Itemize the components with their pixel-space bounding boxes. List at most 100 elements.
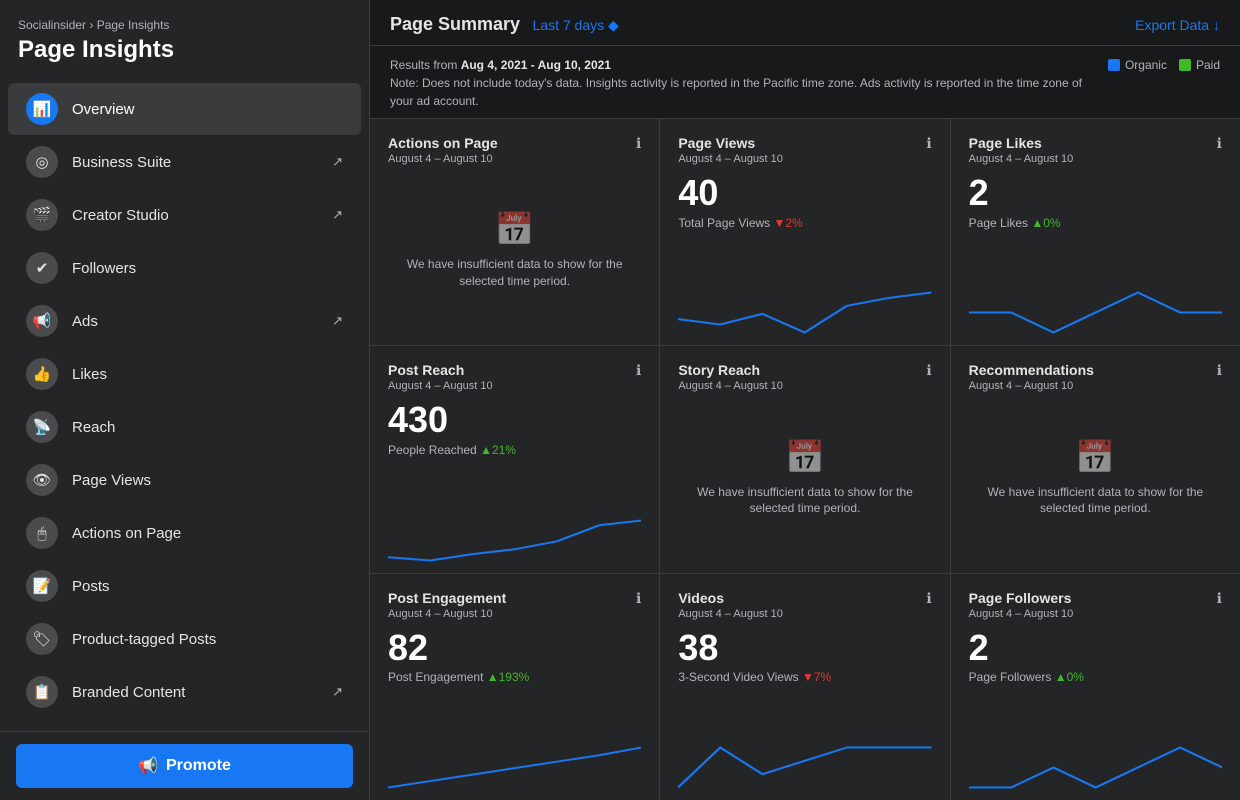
metric-header: Post Engagement August 4 – August 10 ℹ <box>388 590 641 620</box>
metric-title-group: Post Engagement August 4 – August 10 <box>388 590 506 620</box>
metric-change: ▲21% <box>480 443 516 457</box>
metric-title-group: Page Likes August 4 – August 10 <box>969 135 1074 165</box>
metric-info-icon[interactable]: ℹ <box>926 590 931 607</box>
metric-value: 82 <box>388 628 641 668</box>
metric-chart <box>678 236 931 336</box>
creator-studio-icon: 🎬 <box>26 199 58 231</box>
metric-header: Videos August 4 – August 10 ℹ <box>678 590 931 620</box>
page-summary-section: Page Summary Last 7 days ◆ <box>390 14 619 35</box>
chart-svg <box>969 740 1222 790</box>
creator-studio-external-icon: ↗ <box>332 207 343 223</box>
metric-card-page-views: Page Views August 4 – August 10 ℹ 40 Tot… <box>660 119 949 345</box>
business-suite-external-icon: ↗ <box>332 154 343 170</box>
metric-header: Actions on Page August 4 – August 10 ℹ <box>388 135 641 165</box>
sidebar-item-overview[interactable]: 📊 Overview <box>8 83 361 135</box>
branded-content-label: Branded Content <box>72 684 318 701</box>
metric-info-icon[interactable]: ℹ <box>636 135 641 152</box>
page-views-icon: 👁 <box>26 464 58 496</box>
metric-info-icon[interactable]: ℹ <box>1217 362 1222 379</box>
sidebar-nav: 📊 Overview ◎ Business Suite ↗ 🎬 Creator … <box>0 74 369 731</box>
sidebar-item-actions-on-page[interactable]: 🖱 Actions on Page <box>8 507 361 559</box>
metric-info-icon[interactable]: ℹ <box>1217 135 1222 152</box>
legend-label: Paid <box>1196 58 1220 72</box>
sidebar-item-reach[interactable]: 📡 Reach <box>8 401 361 453</box>
time-filter[interactable]: Last 7 days ◆ <box>533 17 619 33</box>
metric-title: Post Reach <box>388 362 493 378</box>
reach-icon: 📡 <box>26 411 58 443</box>
product-tagged-label: Product-tagged Posts <box>72 631 343 648</box>
date-range: Aug 4, 2021 - Aug 10, 2021 <box>461 58 611 72</box>
calendar-icon: 📅 <box>785 438 825 476</box>
legend-dot <box>1179 59 1191 71</box>
metric-sub: Total Page Views ▼2% <box>678 216 931 230</box>
metric-change: ▼7% <box>802 670 831 684</box>
metric-title-group: Actions on Page August 4 – August 10 <box>388 135 498 165</box>
metric-header: Page Views August 4 – August 10 ℹ <box>678 135 931 165</box>
metric-card-page-likes: Page Likes August 4 – August 10 ℹ 2 Page… <box>951 119 1240 345</box>
sidebar-item-page-views[interactable]: 👁 Page Views <box>8 454 361 506</box>
metric-card-videos: Videos August 4 – August 10 ℹ 38 3-Secon… <box>660 574 949 800</box>
metric-card-page-followers: Page Followers August 4 – August 10 ℹ 2 … <box>951 574 1240 800</box>
metric-date: August 4 – August 10 <box>388 380 493 392</box>
metric-info-icon[interactable]: ℹ <box>636 362 641 379</box>
sidebar-item-business-suite[interactable]: ◎ Business Suite ↗ <box>8 136 361 188</box>
product-tagged-icon: 🏷 <box>26 623 58 655</box>
business-suite-label: Business Suite <box>72 154 318 171</box>
insufficient-data: 📅 We have insufficient data to show for … <box>678 392 931 562</box>
sidebar-item-ads[interactable]: 📢 Ads ↗ <box>8 295 361 347</box>
metric-header: Story Reach August 4 – August 10 ℹ <box>678 362 931 392</box>
metric-info-icon[interactable]: ℹ <box>636 590 641 607</box>
metric-info-icon[interactable]: ℹ <box>926 135 931 152</box>
metric-title-group: Recommendations August 4 – August 10 <box>969 362 1094 392</box>
metric-value: 38 <box>678 628 931 668</box>
promote-button[interactable]: 📢 Promote <box>16 744 353 788</box>
legend-label: Organic <box>1125 58 1167 72</box>
sidebar-item-branded-content[interactable]: 📋 Branded Content ↗ <box>8 666 361 718</box>
sidebar-item-creator-studio[interactable]: 🎬 Creator Studio ↗ <box>8 189 361 241</box>
metric-chart <box>969 690 1222 790</box>
page-summary-title: Page Summary <box>390 14 520 34</box>
metric-sub: Page Followers ▲0% <box>969 670 1222 684</box>
metric-change: ▲0% <box>1055 670 1084 684</box>
sidebar-footer: 📢 Promote <box>0 731 369 800</box>
metric-change: ▲0% <box>1031 216 1060 230</box>
metric-card-post-engagement: Post Engagement August 4 – August 10 ℹ 8… <box>370 574 659 800</box>
metric-date: August 4 – August 10 <box>678 380 783 392</box>
likes-icon: 👍 <box>26 358 58 390</box>
sidebar: Socialinsider › Page Insights Page Insig… <box>0 0 370 800</box>
metric-chart <box>388 463 641 563</box>
sidebar-item-followers[interactable]: ✔ Followers <box>8 242 361 294</box>
metric-title: Post Engagement <box>388 590 506 606</box>
metric-header: Recommendations August 4 – August 10 ℹ <box>969 362 1222 392</box>
sidebar-item-likes[interactable]: 👍 Likes <box>8 348 361 400</box>
metric-title: Videos <box>678 590 783 606</box>
metric-value: 2 <box>969 173 1222 213</box>
legend-organic: Organic <box>1108 58 1167 72</box>
breadcrumb: Socialinsider › Page Insights <box>18 18 351 32</box>
chart-svg <box>678 740 931 790</box>
ads-label: Ads <box>72 313 318 330</box>
posts-label: Posts <box>72 578 343 595</box>
export-button[interactable]: Export Data ↓ <box>1135 17 1220 33</box>
metric-value: 40 <box>678 173 931 213</box>
followers-label: Followers <box>72 260 343 277</box>
metric-title: Page Views <box>678 135 783 151</box>
metric-info-icon[interactable]: ℹ <box>1217 590 1222 607</box>
sidebar-item-posts[interactable]: 📝 Posts <box>8 560 361 612</box>
calendar-icon: 📅 <box>495 210 535 248</box>
promote-label: Promote <box>166 757 231 775</box>
metrics-grid: Actions on Page August 4 – August 10 ℹ 📅… <box>370 119 1240 800</box>
page-title: Page Insights <box>18 36 351 64</box>
main-content: Page Summary Last 7 days ◆ Export Data ↓… <box>370 0 1240 800</box>
page-views-label: Page Views <box>72 472 343 489</box>
calendar-icon: 📅 <box>1075 438 1115 476</box>
metric-title-group: Videos August 4 – August 10 <box>678 590 783 620</box>
branded-content-external-icon: ↗ <box>332 684 343 700</box>
sidebar-item-product-tagged[interactable]: 🏷 Product-tagged Posts <box>8 613 361 665</box>
metric-date: August 4 – August 10 <box>969 608 1074 620</box>
metric-info-icon[interactable]: ℹ <box>926 362 931 379</box>
metric-header: Page Followers August 4 – August 10 ℹ <box>969 590 1222 620</box>
metric-card-post-reach: Post Reach August 4 – August 10 ℹ 430 Pe… <box>370 346 659 572</box>
metric-card-recommendations: Recommendations August 4 – August 10 ℹ 📅… <box>951 346 1240 572</box>
metric-title: Page Likes <box>969 135 1074 151</box>
